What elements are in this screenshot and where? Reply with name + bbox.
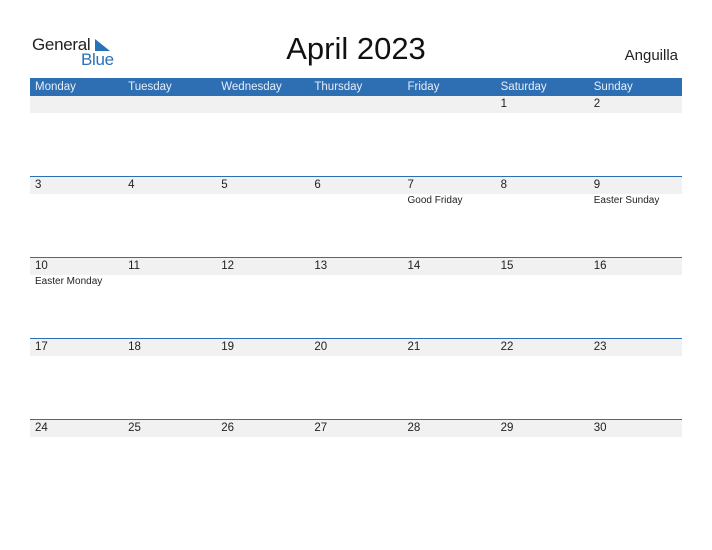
day-cell: 13 <box>309 258 402 339</box>
day-cell: 22 <box>496 339 589 420</box>
day-number: 30 <box>593 422 607 434</box>
day-cell <box>216 96 309 177</box>
holiday-label: Good Friday <box>407 195 463 206</box>
day-number: 2 <box>593 98 601 110</box>
day-number: 16 <box>593 260 607 272</box>
day-cell: 19 <box>216 339 309 420</box>
day-cell: 4 <box>123 177 216 258</box>
day-cell: 9 Easter Sunday <box>589 177 682 258</box>
weekday-saturday: Saturday <box>500 81 547 93</box>
day-number: 15 <box>500 260 514 272</box>
day-cell: 14 <box>403 258 496 339</box>
day-cell: 10 Easter Monday <box>30 258 123 339</box>
day-number: 1 <box>500 98 508 110</box>
day-cell: 20 <box>309 339 402 420</box>
week-row: 24 25 26 27 28 29 30 <box>30 419 682 501</box>
day-cell: 11 <box>123 258 216 339</box>
weekday-wednesday: Wednesday <box>221 81 282 93</box>
week-cells: 10 Easter Monday 11 12 13 14 15 16 <box>30 258 682 339</box>
calendar-grid: Monday Tuesday Wednesday Thursday Friday… <box>30 78 682 501</box>
weekday-thursday: Thursday <box>314 81 363 93</box>
day-cell: 6 <box>309 177 402 258</box>
day-number: 19 <box>221 341 235 353</box>
weekday-sunday: Sunday <box>593 81 633 93</box>
weekday-monday: Monday <box>35 81 76 93</box>
day-cell: 7 Good Friday <box>403 177 496 258</box>
day-number: 8 <box>500 179 508 191</box>
week-cells: 3 4 5 6 7 Good Friday 8 9 Easter Sunday <box>30 177 682 258</box>
day-cell: 26 <box>216 420 309 501</box>
day-cell: 29 <box>496 420 589 501</box>
day-number: 27 <box>314 422 328 434</box>
day-cell: 5 <box>216 177 309 258</box>
day-cell: 24 <box>30 420 123 501</box>
weekday-tuesday: Tuesday <box>128 81 172 93</box>
day-number: 6 <box>314 179 321 191</box>
day-number: 29 <box>500 422 514 434</box>
day-number: 5 <box>221 179 228 191</box>
day-number: 10 <box>35 260 48 272</box>
day-number: 24 <box>35 422 48 434</box>
day-cell: 8 <box>496 177 589 258</box>
weekday-friday: Friday <box>407 81 440 93</box>
day-cell: 18 <box>123 339 216 420</box>
weeks-container: 1 2 3 4 5 6 7 Good Friday 8 9 Easter Sunday 10 Easte… <box>30 96 682 501</box>
day-number: 9 <box>593 179 601 191</box>
country-label: Anguilla <box>624 47 678 64</box>
day-cell: 1 <box>496 96 589 177</box>
week-row: 10 Easter Monday 11 12 13 14 15 16 <box>30 257 682 339</box>
day-number: 4 <box>128 179 135 191</box>
week-row: 12 <box>30 96 682 177</box>
day-cell: 28 <box>403 420 496 501</box>
day-cell: 15 <box>496 258 589 339</box>
day-cell: 27 <box>309 420 402 501</box>
day-number: 12 <box>221 260 235 272</box>
day-number: 11 <box>128 260 141 272</box>
holiday-label: Easter Monday <box>35 276 103 287</box>
day-cell: 2 <box>589 96 682 177</box>
day-cell <box>403 96 496 177</box>
week-row: 17 18 19 20 21 22 23 <box>30 338 682 420</box>
week-cells: 24 25 26 27 28 29 30 <box>30 420 682 501</box>
day-cell: 16 <box>589 258 682 339</box>
day-cell: 21 <box>403 339 496 420</box>
day-cell: 25 <box>123 420 216 501</box>
week-cells: 12 <box>30 96 682 177</box>
holiday-label: Easter Sunday <box>593 195 660 206</box>
day-number: 23 <box>593 341 607 353</box>
day-number: 7 <box>407 179 414 191</box>
day-cell: 17 <box>30 339 123 420</box>
weekday-header: Monday Tuesday Wednesday Thursday Friday… <box>30 78 682 96</box>
day-number: 21 <box>407 341 421 353</box>
calendar-title: April 2023 <box>286 31 426 66</box>
day-number: 26 <box>221 422 235 434</box>
day-number: 28 <box>407 422 421 434</box>
day-cell <box>30 96 123 177</box>
day-number: 13 <box>314 260 328 272</box>
day-cell: 3 <box>30 177 123 258</box>
day-number: 20 <box>314 341 328 353</box>
day-number: 22 <box>500 341 514 353</box>
week-cells: 17 18 19 20 21 22 23 <box>30 339 682 420</box>
day-cell: 12 <box>216 258 309 339</box>
week-row: 3 4 5 6 7 Good Friday 8 9 Easter Sunday <box>30 176 682 258</box>
day-cell: 23 <box>589 339 682 420</box>
day-cell <box>309 96 402 177</box>
day-number: 18 <box>128 341 141 353</box>
day-number: 3 <box>35 179 42 191</box>
day-number: 14 <box>407 260 421 272</box>
day-cell <box>123 96 216 177</box>
day-number: 25 <box>128 422 141 434</box>
day-cell: 30 <box>589 420 682 501</box>
day-number: 17 <box>35 341 48 353</box>
